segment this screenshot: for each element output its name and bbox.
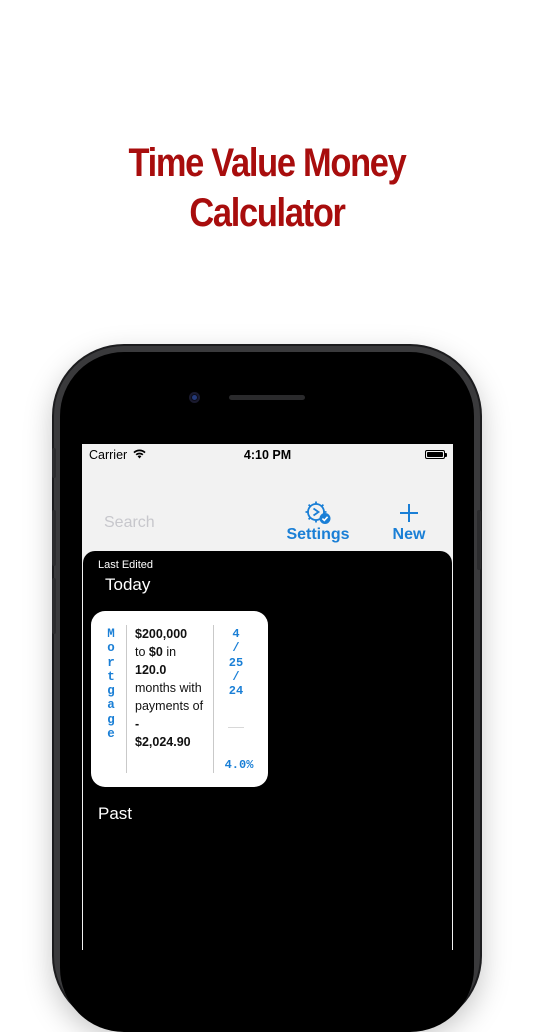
card-payment: $2,024.90 xyxy=(135,735,191,749)
front-camera xyxy=(189,392,200,403)
card-date-part: 24 xyxy=(228,684,244,699)
card-divider xyxy=(213,625,214,773)
phone-silent-switch xyxy=(52,448,56,478)
calculation-list: Last Edited Today Mortgage $200,000 to $… xyxy=(83,551,452,950)
search-input[interactable] xyxy=(104,514,254,532)
navigation-bar: Settings New xyxy=(82,466,453,546)
card-to-word: to xyxy=(135,645,146,659)
plus-icon xyxy=(400,504,418,522)
settings-button[interactable]: Settings xyxy=(278,500,358,544)
card-payment-sign: - xyxy=(135,717,140,731)
status-bar: Carrier 4:10 PM xyxy=(82,444,453,466)
card-calculation-type: Mortgage xyxy=(107,627,115,742)
card-date-part: / xyxy=(232,669,240,684)
phone-volume-up-button xyxy=(52,510,56,566)
section-caption: Last Edited xyxy=(98,559,154,571)
earpiece-speaker xyxy=(229,395,305,400)
card-in-word: in xyxy=(166,645,177,659)
card-date-part: 4 xyxy=(232,627,240,641)
card-date-part: 25 xyxy=(228,655,244,670)
promo-headline: Time Value Money Calculator xyxy=(37,138,496,238)
past-heading: Past xyxy=(98,804,133,823)
battery-icon xyxy=(425,450,447,459)
card-future-value: $0 xyxy=(148,645,163,659)
card-divider xyxy=(126,625,127,773)
promo-title-line-2: Calculator xyxy=(189,191,346,235)
card-date-part: / xyxy=(232,641,240,656)
new-button[interactable]: New xyxy=(382,500,436,544)
phone-volume-down-button xyxy=(52,578,56,634)
card-months-text: months with payments of xyxy=(135,681,204,713)
card-description: $200,000 to $0 in 120.0 months with paym… xyxy=(135,625,209,751)
card-date: 4 / 25 / 24 xyxy=(221,627,251,698)
new-label: New xyxy=(392,526,426,543)
promo-title-line-1: Time Value Money xyxy=(128,141,407,185)
today-heading: Today xyxy=(105,575,151,594)
card-periods: 120.0 xyxy=(135,663,167,677)
calculation-card[interactable]: Mortgage $200,000 to $0 in 120.0 months … xyxy=(91,611,268,787)
app-screen: Carrier 4:10 PM Settings xyxy=(82,444,453,950)
status-time: 4:10 PM xyxy=(243,448,292,462)
card-principal: $200,000 xyxy=(135,627,188,641)
settings-gear-check-icon xyxy=(305,501,331,524)
settings-label: Settings xyxy=(286,526,350,543)
phone-power-button xyxy=(477,510,481,570)
card-interest-rate: 4.0% xyxy=(224,758,254,772)
card-separator-line xyxy=(228,727,244,728)
